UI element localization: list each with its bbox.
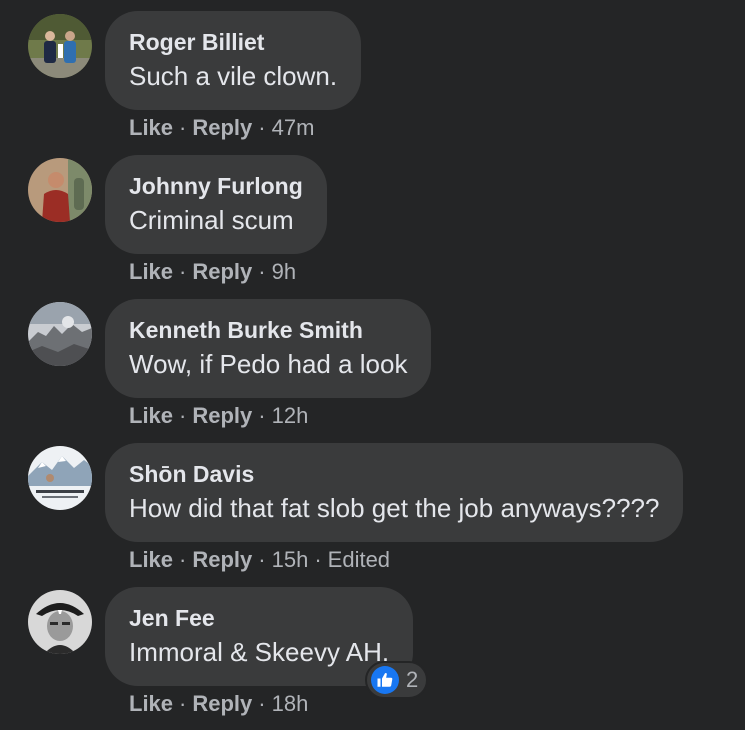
avatar-photo-icon <box>28 158 92 222</box>
avatar[interactable] <box>28 590 92 654</box>
comment-actions: Like · Reply · 47m <box>129 113 314 143</box>
reply-button[interactable]: Reply <box>192 547 252 572</box>
comment-actions: Like · Reply · 12h <box>129 401 308 431</box>
separator-dot: · <box>179 403 187 428</box>
comment-actions: Like · Reply · 18h <box>129 689 308 719</box>
separator-dot: · <box>258 403 266 428</box>
reaction-summary[interactable]: 2 <box>365 661 429 699</box>
comment: Kenneth Burke Smith Wow, if Pedo had a l… <box>0 288 745 432</box>
like-button[interactable]: Like <box>129 547 173 572</box>
comment-bubble: Shōn Davis How did that fat slob get the… <box>105 443 684 542</box>
comment-text: Such a vile clown. <box>129 61 338 91</box>
comment-bubble: Kenneth Burke Smith Wow, if Pedo had a l… <box>105 299 432 398</box>
comment-bubble: Roger Billiet Such a vile clown. <box>105 11 362 110</box>
reaction-count: 2 <box>406 667 419 692</box>
edited-label[interactable]: Edited <box>328 547 390 572</box>
avatar-photo-icon <box>28 302 92 366</box>
like-button[interactable]: Like <box>129 259 173 284</box>
like-button[interactable]: Like <box>129 691 173 716</box>
separator-dot: · <box>179 115 187 140</box>
comment-actions: Like · Reply · 9h <box>129 257 296 287</box>
avatar[interactable] <box>28 446 92 510</box>
comment-text: Criminal scum <box>129 205 294 235</box>
comment-text: Immoral & Skeevy AH. <box>129 637 390 667</box>
comment-author[interactable]: Jen Fee <box>129 604 389 632</box>
comment-bubble: Johnny Furlong Criminal scum <box>105 155 327 254</box>
comment: Johnny Furlong Criminal scum Like · Reply ·… <box>0 144 745 288</box>
comment: Jen Fee Immoral & Skeevy AH. 2 Like · Repl… <box>0 576 745 720</box>
reply-button[interactable]: Reply <box>192 115 252 140</box>
comment-text: How did that fat slob get the job anyway… <box>129 493 660 523</box>
thumbs-up-icon <box>371 666 399 694</box>
reply-button[interactable]: Reply <box>192 403 252 428</box>
separator-dot: · <box>258 115 266 140</box>
separator-dot: · <box>179 547 187 572</box>
reply-button[interactable]: Reply <box>192 691 252 716</box>
like-button[interactable]: Like <box>129 403 173 428</box>
separator-dot: · <box>179 691 187 716</box>
separator-dot: · <box>258 691 266 716</box>
comment-author[interactable]: Kenneth Burke Smith <box>129 316 407 344</box>
comment-actions: Like · Reply · 15h · Edited <box>129 545 390 575</box>
reply-button[interactable]: Reply <box>192 259 252 284</box>
avatar[interactable] <box>28 14 92 78</box>
comment-timestamp[interactable]: 15h <box>272 547 309 572</box>
separator-dot: · <box>179 259 187 284</box>
separator-dot: · <box>258 259 266 284</box>
avatar-photo-icon <box>28 14 92 78</box>
avatar[interactable] <box>28 158 92 222</box>
comment-author[interactable]: Shōn Davis <box>129 460 659 488</box>
avatar-photo-icon <box>28 446 92 510</box>
avatar-photo-icon <box>28 590 92 654</box>
comment-timestamp[interactable]: 18h <box>272 691 309 716</box>
comment-timestamp[interactable]: 47m <box>272 115 315 140</box>
separator-dot: · <box>258 547 266 572</box>
comment-author[interactable]: Johnny Furlong <box>129 172 303 200</box>
comment-timestamp[interactable]: 9h <box>272 259 296 284</box>
like-button[interactable]: Like <box>129 115 173 140</box>
comment-text: Wow, if Pedo had a look <box>129 349 408 379</box>
avatar[interactable] <box>28 302 92 366</box>
comment: Shōn Davis How did that fat slob get the… <box>0 432 745 576</box>
comment-author[interactable]: Roger Billiet <box>129 28 337 56</box>
separator-dot: · <box>314 547 322 572</box>
comment-timestamp[interactable]: 12h <box>272 403 309 428</box>
comment: Roger Billiet Such a vile clown. Like · Re… <box>0 0 745 144</box>
